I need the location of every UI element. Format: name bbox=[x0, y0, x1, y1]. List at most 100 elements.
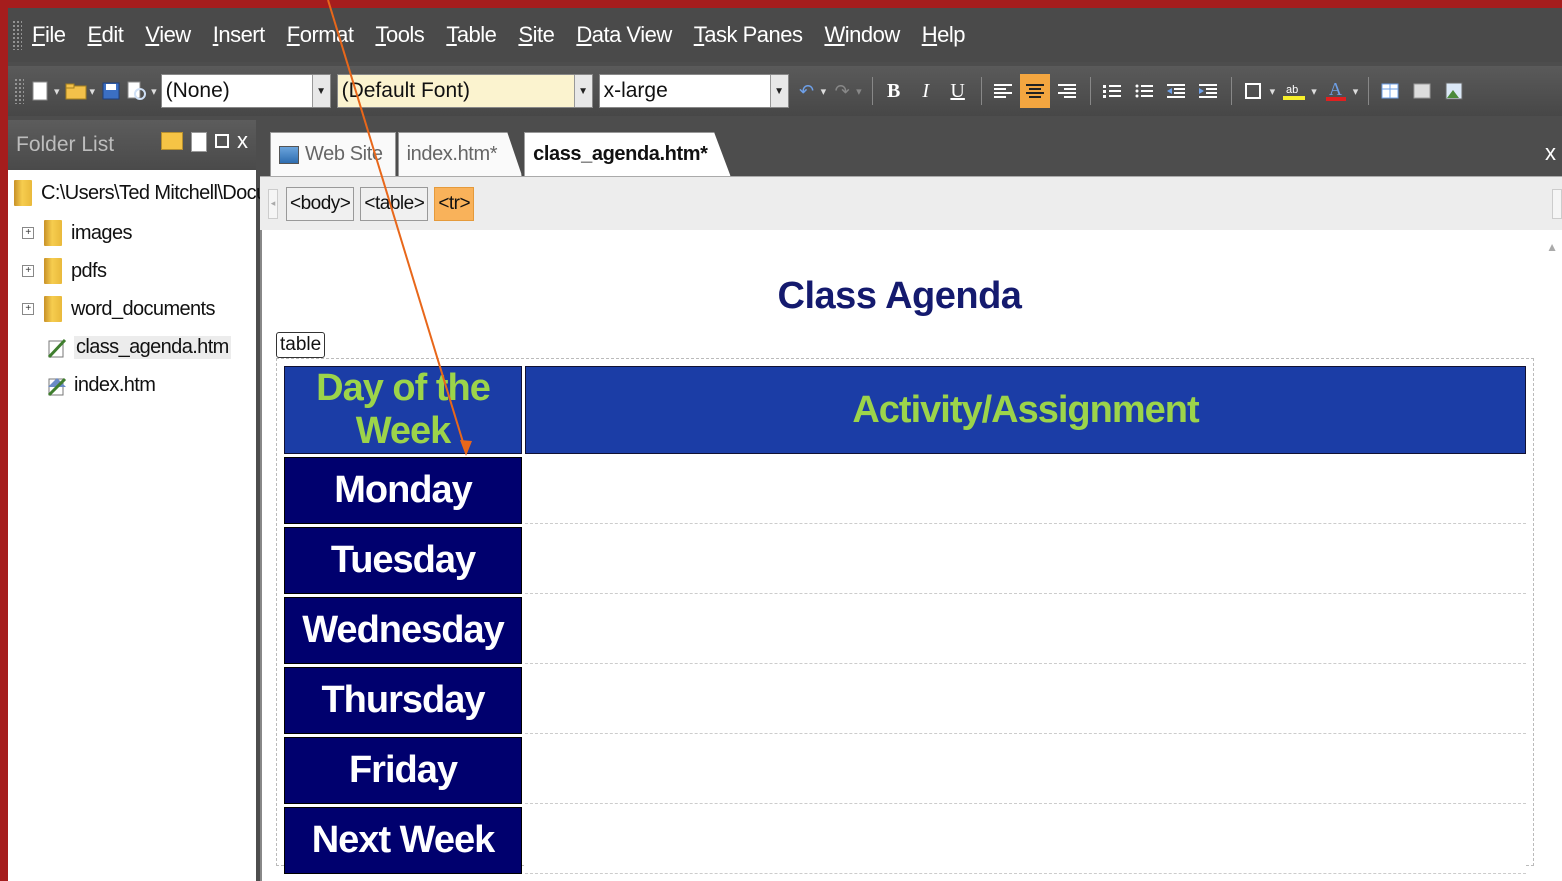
expand-icon[interactable]: + bbox=[22, 227, 34, 239]
style-dropdown-arrow-icon[interactable]: ▼ bbox=[311, 75, 330, 107]
menu-data-view[interactable]: Data View bbox=[576, 22, 672, 48]
insert-table-icon[interactable] bbox=[1375, 74, 1405, 108]
day-cell-monday[interactable]: Monday bbox=[284, 457, 522, 524]
table-row[interactable]: Thursday bbox=[284, 667, 1526, 734]
menu-task-panes[interactable]: Task Panes bbox=[694, 22, 803, 48]
day-cell-friday[interactable]: Friday bbox=[284, 737, 522, 804]
font-dropdown-arrow-icon[interactable]: ▼ bbox=[573, 75, 592, 107]
new-page-dropdown-icon[interactable]: ▾ bbox=[54, 85, 60, 98]
tree-item-pdfs[interactable]: + pdfs bbox=[22, 258, 107, 284]
quick-tag-tr[interactable]: <tr> bbox=[434, 186, 475, 221]
page-title: Class Agenda bbox=[777, 275, 1022, 317]
align-right-icon[interactable] bbox=[1052, 74, 1082, 108]
menu-site[interactable]: Site bbox=[518, 22, 554, 48]
close-document-icon[interactable]: x bbox=[1545, 140, 1556, 166]
open-folder-icon[interactable] bbox=[64, 78, 88, 104]
menu-tools[interactable]: Tools bbox=[375, 22, 424, 48]
underline-button[interactable]: U bbox=[943, 74, 973, 108]
table-row[interactable]: Next Week bbox=[284, 807, 1526, 874]
menu-format[interactable]: Format bbox=[287, 22, 354, 48]
tree-item-images[interactable]: + images bbox=[22, 220, 132, 246]
tree-item-label: pdfs bbox=[71, 259, 107, 282]
quick-tag-body[interactable]: <body> bbox=[286, 186, 355, 221]
undo-dropdown-icon[interactable]: ▾ bbox=[821, 85, 827, 98]
table-row[interactable]: Friday bbox=[284, 737, 1526, 804]
align-left-icon[interactable] bbox=[988, 74, 1018, 108]
tab-web-site[interactable]: Web Site bbox=[270, 132, 396, 176]
activity-cell[interactable] bbox=[525, 807, 1526, 874]
new-folder-icon[interactable] bbox=[161, 132, 183, 150]
new-page-icon[interactable] bbox=[28, 78, 52, 104]
header-day-of-week[interactable]: Day of the Week bbox=[284, 366, 522, 454]
insert-picture-icon[interactable] bbox=[1439, 74, 1469, 108]
decrease-indent-icon[interactable] bbox=[1161, 74, 1191, 108]
font-size-combo[interactable]: x-large ▼ bbox=[598, 74, 789, 108]
size-dropdown-arrow-icon[interactable]: ▼ bbox=[769, 75, 788, 107]
scroll-right-icon[interactable] bbox=[1552, 189, 1562, 219]
bold-button[interactable]: B bbox=[879, 74, 909, 108]
menu-help[interactable]: Help bbox=[922, 22, 966, 48]
day-cell-thursday[interactable]: Thursday bbox=[284, 667, 522, 734]
activity-cell[interactable] bbox=[525, 527, 1526, 594]
expand-icon[interactable]: + bbox=[22, 265, 34, 277]
tree-root[interactable]: C:\Users\Ted Mitchell\Docume bbox=[14, 180, 294, 206]
day-cell-tuesday[interactable]: Tuesday bbox=[284, 527, 522, 594]
numbered-list-icon[interactable] bbox=[1097, 74, 1127, 108]
maximize-icon[interactable] bbox=[215, 134, 229, 148]
menu-view[interactable]: View bbox=[145, 22, 191, 48]
redo-icon[interactable]: ↷ bbox=[830, 78, 854, 104]
menu-file[interactable]: File bbox=[32, 22, 66, 48]
design-view-canvas[interactable]: ▲ Class Agenda table Day of the Week Act… bbox=[260, 230, 1562, 881]
insert-layer-icon[interactable] bbox=[1407, 74, 1437, 108]
day-cell-next-week[interactable]: Next Week bbox=[284, 807, 522, 874]
increase-indent-icon[interactable] bbox=[1193, 74, 1223, 108]
expand-icon[interactable]: + bbox=[22, 303, 34, 315]
activity-cell[interactable] bbox=[525, 457, 1526, 524]
activity-cell[interactable] bbox=[525, 597, 1526, 664]
redo-dropdown-icon[interactable]: ▾ bbox=[856, 85, 862, 98]
align-center-icon[interactable] bbox=[1019, 74, 1050, 108]
menu-grip[interactable] bbox=[12, 20, 22, 50]
tree-item-label: word_documents bbox=[71, 297, 216, 320]
preview-icon[interactable] bbox=[125, 78, 149, 104]
preview-dropdown-icon[interactable]: ▾ bbox=[151, 85, 157, 98]
table-row[interactable]: Monday bbox=[284, 457, 1526, 524]
menu-window[interactable]: Window bbox=[824, 22, 900, 48]
table-header-row[interactable]: Day of the Week Activity/Assignment bbox=[284, 366, 1526, 454]
tree-item-index[interactable]: index.htm bbox=[46, 374, 156, 397]
header-activity[interactable]: Activity/Assignment bbox=[525, 366, 1526, 454]
tree-item-class-agenda[interactable]: class_agenda.htm bbox=[46, 336, 231, 359]
italic-button[interactable]: I bbox=[911, 74, 941, 108]
bullet-list-icon[interactable] bbox=[1129, 74, 1159, 108]
menu-edit[interactable]: Edit bbox=[87, 22, 123, 48]
table-row[interactable]: Wednesday bbox=[284, 597, 1526, 664]
highlight-icon[interactable]: ab bbox=[1279, 74, 1309, 108]
save-icon[interactable] bbox=[99, 78, 123, 104]
close-icon[interactable]: x bbox=[237, 130, 248, 152]
quick-tag-table[interactable]: <table> bbox=[360, 186, 429, 221]
borders-icon[interactable] bbox=[1238, 74, 1268, 108]
menu-insert[interactable]: Insert bbox=[213, 22, 266, 48]
tab-class-agenda[interactable]: class_agenda.htm* bbox=[524, 132, 731, 176]
new-page-icon[interactable] bbox=[191, 132, 207, 152]
activity-cell[interactable] bbox=[525, 737, 1526, 804]
table-row[interactable]: Tuesday bbox=[284, 527, 1526, 594]
style-combo[interactable]: (None) ▼ bbox=[160, 74, 331, 108]
font-color-dropdown-icon[interactable]: ▾ bbox=[1353, 85, 1359, 98]
day-cell-wednesday[interactable]: Wednesday bbox=[284, 597, 522, 664]
highlight-dropdown-icon[interactable]: ▾ bbox=[1311, 85, 1317, 98]
tree-item-word-documents[interactable]: + word_documents bbox=[22, 296, 216, 322]
font-combo[interactable]: (Default Font) ▼ bbox=[336, 74, 593, 108]
tab-index[interactable]: index.htm* bbox=[397, 132, 523, 176]
undo-icon[interactable]: ↶ bbox=[795, 78, 819, 104]
menu-table[interactable]: Table bbox=[446, 22, 497, 48]
open-dropdown-icon[interactable]: ▾ bbox=[90, 85, 96, 98]
activity-cell[interactable] bbox=[525, 667, 1526, 734]
table-tag-label[interactable]: table bbox=[276, 332, 326, 358]
scroll-up-icon[interactable]: ▲ bbox=[1546, 240, 1558, 254]
toolbar-grip[interactable] bbox=[14, 78, 24, 104]
font-color-icon[interactable]: A bbox=[1321, 74, 1351, 108]
scroll-left-icon[interactable]: ◂ bbox=[268, 188, 278, 219]
borders-dropdown-icon[interactable]: ▾ bbox=[1270, 85, 1276, 98]
agenda-table[interactable]: Day of the Week Activity/Assignment Mond… bbox=[281, 363, 1529, 877]
